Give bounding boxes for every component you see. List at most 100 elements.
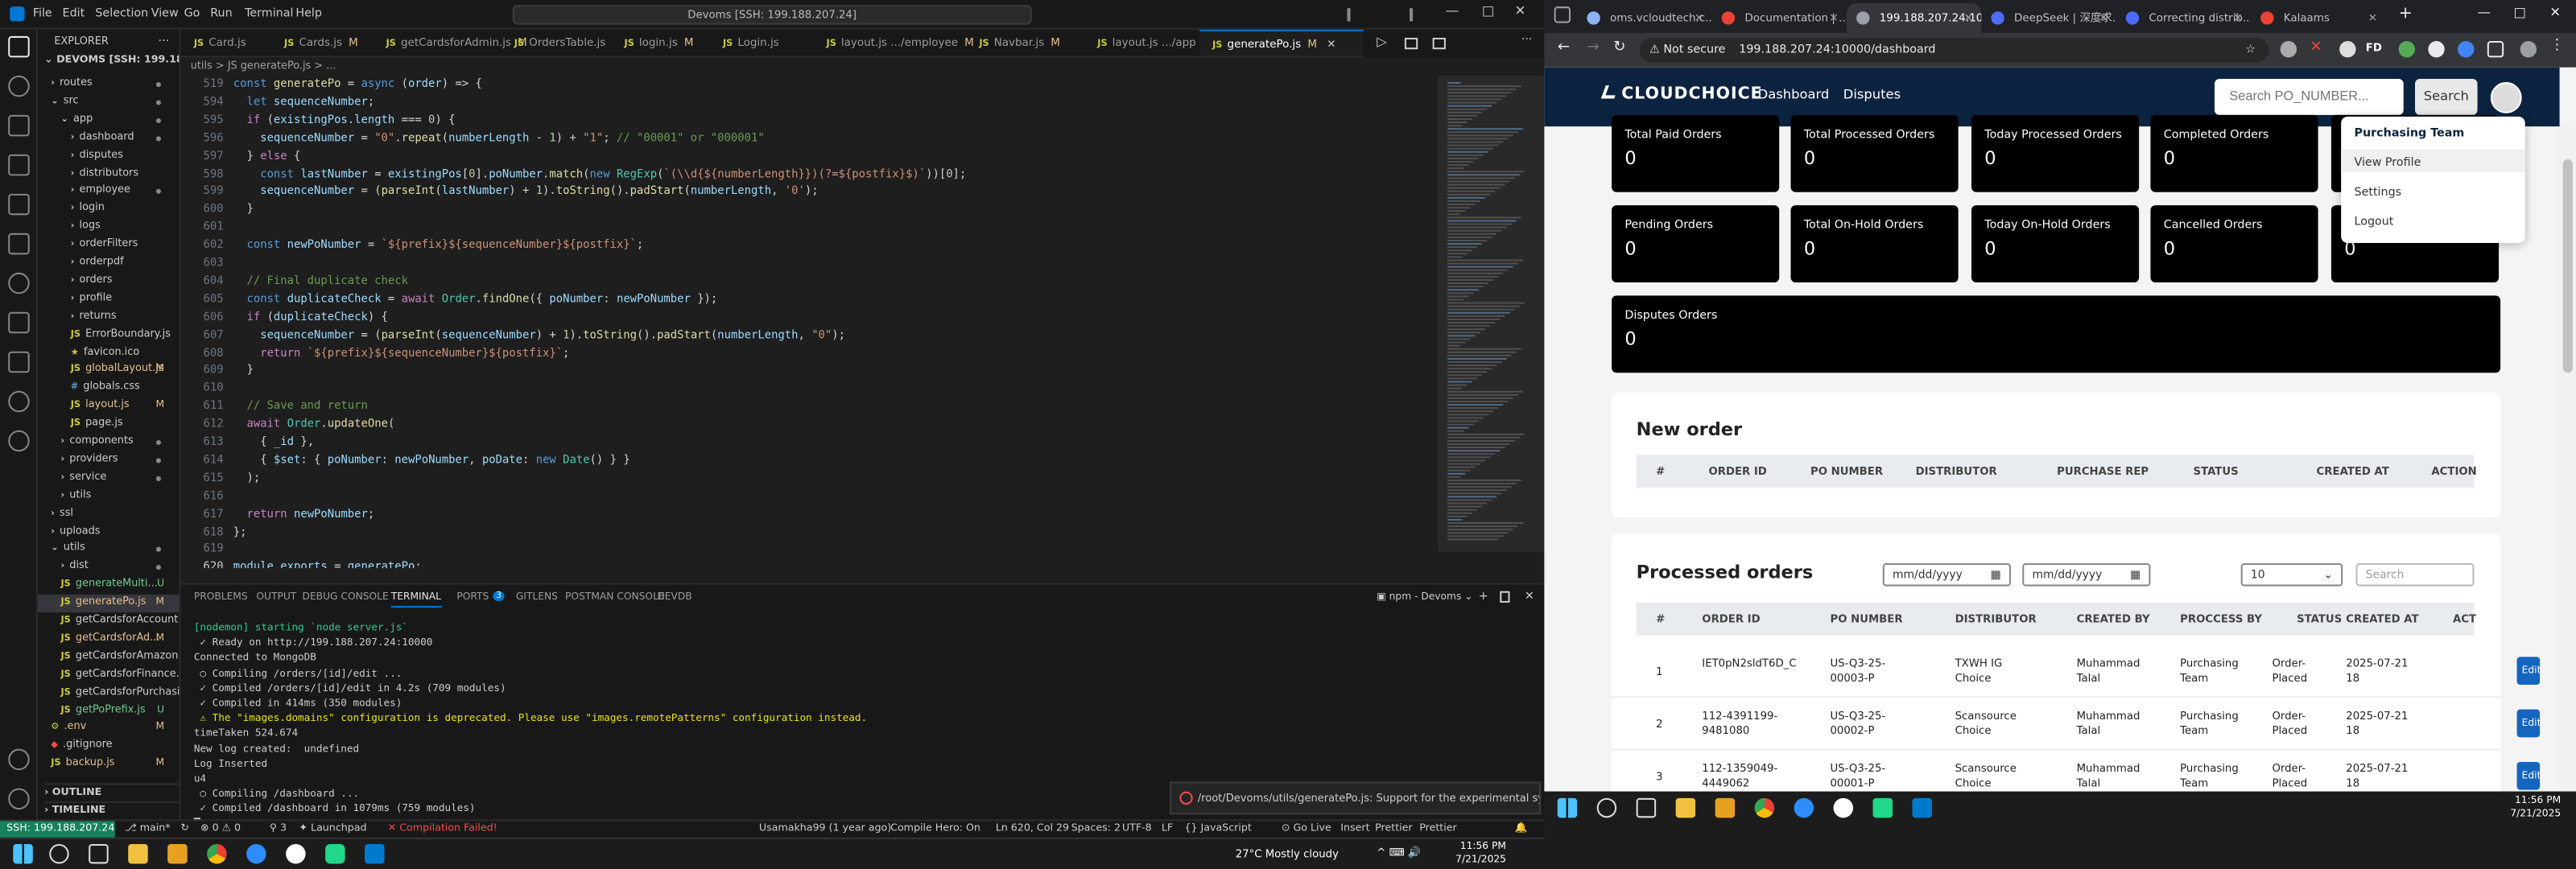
encoding[interactable]: UTF-8: [1122, 821, 1152, 837]
tree-item[interactable]: › orderFilters: [38, 237, 180, 254]
chrome-tab[interactable]: oms.vcloudtech.c... ✕: [1577, 3, 1712, 33]
launchpad-indicator[interactable]: ✦ Launchpad: [299, 821, 366, 837]
column-header[interactable]: ORDER ID: [1708, 465, 1766, 478]
profile-icon[interactable]: [2520, 41, 2537, 58]
stat-card[interactable]: Today On-Hold Orders 0: [1971, 205, 2140, 283]
tree-item[interactable]: › distributors: [38, 165, 180, 183]
edit-button[interactable]: Edit: [2516, 657, 2541, 686]
editor-tab[interactable]: JS Navbar.js M: [966, 30, 1084, 56]
back-icon[interactable]: ←: [1558, 39, 1570, 56]
panel-tab-postman-console[interactable]: POSTMAN CONSOLE: [565, 591, 665, 603]
panel-tab-debug-console[interactable]: DEBUG CONSOLE: [303, 591, 389, 603]
editor-tab[interactable]: JS OrdersTable.js: [501, 30, 611, 56]
chrome-tab-close-icon[interactable]: ✕: [2368, 3, 2377, 33]
source-control-icon[interactable]: [8, 114, 30, 137]
column-header[interactable]: ACTION: [2431, 465, 2476, 478]
column-header[interactable]: PROCCESS BY: [2180, 612, 2262, 625]
table-row[interactable]: 2 112-4391199- 9481080 US-Q3-25- 00002-P Sc…: [1612, 698, 2541, 751]
chrome-tab-close-icon[interactable]: ✕: [1695, 3, 1703, 33]
edit-button[interactable]: Edit: [2516, 761, 2541, 790]
tree-item[interactable]: ⌄ app: [38, 111, 180, 129]
run-icon[interactable]: ▷: [1377, 35, 1387, 49]
tree-item[interactable]: JS getCardsforAd... M: [38, 630, 180, 648]
tree-item[interactable]: › uploads: [38, 523, 180, 541]
extensions-puzzle-icon[interactable]: [2487, 41, 2504, 58]
menu-run[interactable]: Run: [210, 6, 232, 19]
stat-card[interactable]: Total Paid Orders 0: [1612, 114, 1780, 192]
not-secure-badge[interactable]: ⚠ Not secure: [1649, 43, 1725, 56]
tree-item[interactable]: JS generateMulti... U: [38, 577, 180, 595]
windows-start-icon[interactable]: [1557, 797, 1578, 818]
tree-item[interactable]: › employee: [38, 183, 180, 200]
trash-icon[interactable]: [1500, 591, 1510, 603]
editor-tab[interactable]: JS Login.js: [710, 30, 814, 56]
timeline-section[interactable]: › TIMELINE: [44, 801, 180, 816]
column-header[interactable]: STATUS: [2297, 612, 2342, 625]
prettier-status[interactable]: Prettier: [1375, 821, 1412, 837]
workspace-root[interactable]: ⌄ DEVOMS [SSH: 199.188.20...: [44, 54, 179, 65]
branch-indicator[interactable]: ⎇ main*: [125, 821, 170, 837]
page-scrollbar[interactable]: [2559, 126, 2576, 792]
stat-card[interactable]: Pending Orders 0: [1612, 205, 1780, 283]
extension-icon-5[interactable]: [2398, 41, 2416, 58]
menu-go[interactable]: Go: [184, 6, 200, 19]
search-icon[interactable]: [8, 75, 30, 97]
edit-button[interactable]: Edit: [2516, 709, 2541, 738]
column-header[interactable]: #: [1656, 612, 1665, 625]
stat-card[interactable]: Cancelled Orders 0: [2150, 205, 2318, 283]
terminal-selector[interactable]: ▣ npm - Devoms ⌄: [1377, 591, 1472, 603]
cursor-position[interactable]: Ln 620, Col 29: [996, 821, 1069, 837]
chrome-icon[interactable]: [1754, 797, 1775, 818]
chrome-close-button[interactable]: ✕: [2549, 5, 2561, 19]
docker-icon[interactable]: [8, 351, 30, 373]
tree-item[interactable]: › components: [38, 434, 180, 451]
tree-item[interactable]: JS ErrorBoundary.js: [38, 326, 180, 344]
weather-widget[interactable]: 27°C Mostly cloudy: [1236, 847, 1339, 860]
start-date-input[interactable]: mm/dd/yyyy ▦: [1882, 563, 2011, 587]
tree-item[interactable]: JS getPoPrefix.js U: [38, 702, 180, 719]
clock[interactable]: 11:56 PM 7/21/2025: [1455, 841, 1506, 867]
more-actions-icon[interactable]: ···: [1521, 33, 1533, 46]
tree-item[interactable]: JS getCardsforPurchasi...: [38, 684, 180, 702]
eol[interactable]: LF: [1162, 821, 1173, 837]
editor-tab[interactable]: JS getCardsforAdmin.js M: [373, 30, 527, 56]
file-explorer-icon[interactable]: [1675, 797, 1696, 818]
tab-close-icon[interactable]: ✕: [1327, 38, 1335, 51]
live-share-icon[interactable]: [8, 390, 30, 413]
zoom-icon[interactable]: [1794, 797, 1814, 818]
column-header[interactable]: CREATED AT: [2317, 465, 2389, 478]
tree-item[interactable]: › dashboard: [38, 130, 180, 147]
editor-tab[interactable]: JS Card.js: [180, 30, 270, 56]
menu-view[interactable]: View: [151, 6, 179, 19]
tree-item[interactable]: # globals.css: [38, 380, 180, 397]
tray-icons[interactable]: ^ ⌨ 🔊: [1377, 846, 1421, 859]
go-live[interactable]: ⊙ Go Live: [1282, 821, 1331, 837]
more-icon[interactable]: ···: [159, 35, 170, 47]
tree-item[interactable]: › dist: [38, 558, 180, 576]
chrome-maximize-button[interactable]: □: [2513, 5, 2525, 19]
manage-gear-icon[interactable]: [8, 788, 30, 810]
column-header[interactable]: ORDER ID: [1702, 612, 1760, 625]
editor-tab[interactable]: JSlayout.js .../appM: [1084, 30, 1212, 56]
column-header[interactable]: PO NUMBER: [1830, 612, 1902, 625]
column-header[interactable]: #: [1656, 465, 1665, 478]
tab-search-icon[interactable]: [1554, 6, 1571, 23]
remote-explorer-icon[interactable]: [8, 233, 30, 255]
code-editor[interactable]: 519 const generatePo = async (order) => {…: [180, 76, 1437, 568]
tree-item[interactable]: JS getCardsforAmazon.js: [38, 649, 180, 666]
tree-item[interactable]: JS page.js: [38, 416, 180, 434]
chrome-minimize-button[interactable]: —: [2478, 5, 2491, 19]
extension-icon-1[interactable]: [2280, 41, 2297, 58]
panel-tab-output[interactable]: OUTPUT: [256, 591, 296, 603]
column-header[interactable]: ACT: [2453, 612, 2476, 625]
tree-item[interactable]: › disputes: [38, 147, 180, 165]
minimap-slider[interactable]: [1437, 75, 1545, 552]
error-notification[interactable]: /root/Devoms/utils/generatePo.js: Suppor…: [1170, 781, 1542, 815]
tree-item[interactable]: JS generatePo.js M: [37, 594, 180, 613]
menu-help[interactable]: Help: [295, 6, 322, 19]
chrome-tab[interactable]: DeepSeek | 深度求... ✕: [1981, 3, 2116, 33]
postman-icon[interactable]: [8, 430, 30, 452]
menu-terminal[interactable]: Terminal: [245, 6, 293, 19]
file-explorer-icon[interactable]: [128, 843, 148, 864]
close-button[interactable]: ✕: [1515, 3, 1526, 18]
